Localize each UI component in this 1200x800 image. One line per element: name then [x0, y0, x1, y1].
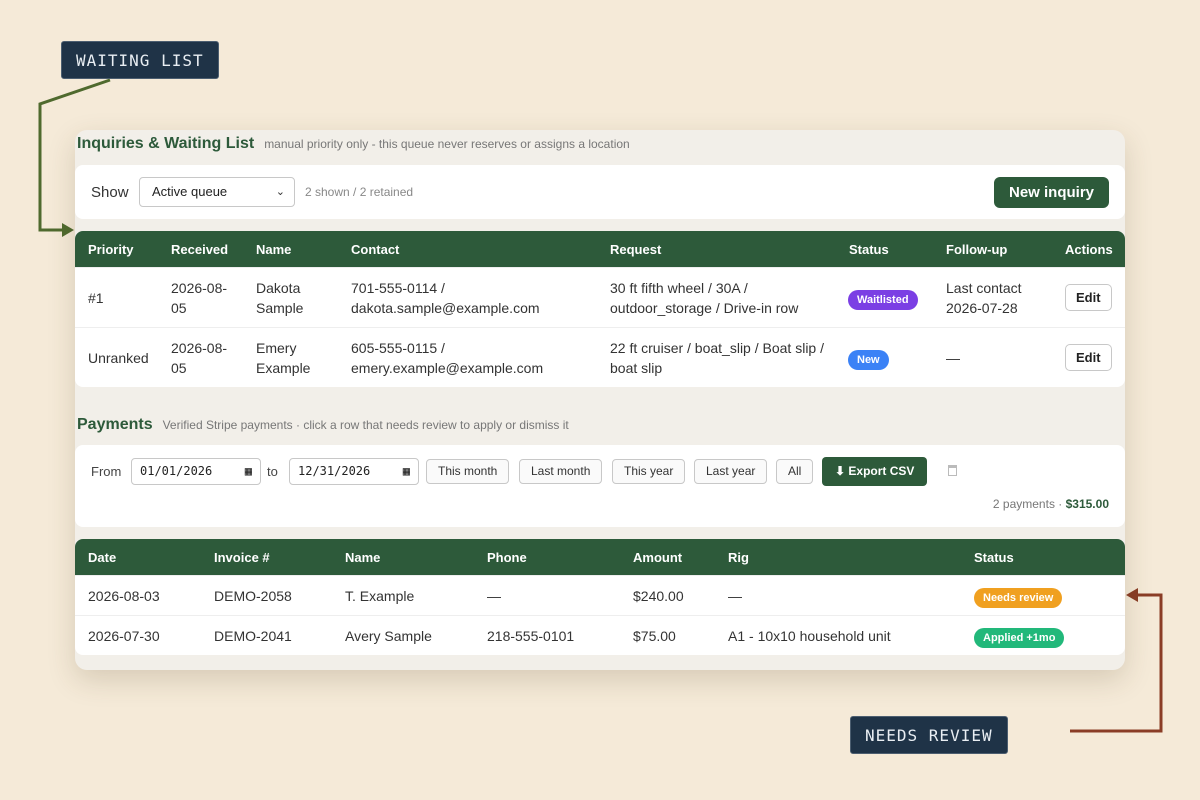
received-cell: 2026-08- 05 — [171, 280, 228, 316]
payments-amount: $315.00 — [1065, 497, 1109, 511]
this-year-button[interactable]: This year — [612, 459, 686, 484]
col-invoice[interactable]: Invoice # — [214, 550, 270, 565]
status-badge-cell: Waitlisted — [848, 288, 918, 310]
payments-table-header: Date Invoice # Name Phone Amount Rig Sta… — [75, 539, 1125, 575]
edit-button[interactable]: Edit — [1065, 284, 1112, 311]
edit-button[interactable]: Edit — [1065, 344, 1112, 371]
admin-card: Inquiries & Waiting List manual priority… — [75, 130, 1125, 670]
last-year-button[interactable]: Last year — [694, 459, 768, 484]
last-month-button[interactable]: Last month — [519, 459, 603, 484]
status-badge-cell: New — [848, 348, 889, 370]
inquiries-table: Priority Received Name Contact Request S… — [75, 231, 1125, 387]
name-cell: Avery Sample — [345, 628, 432, 644]
status-badge: Waitlisted — [848, 290, 918, 310]
date-cell: 2026-08-03 — [88, 588, 160, 604]
col-amount[interactable]: Amount — [633, 550, 682, 565]
inquiry-counts: 2 shown / 2 retained — [305, 185, 414, 199]
waiting-list-callout: WAITING LIST — [61, 41, 219, 79]
inquiries-table-header: Priority Received Name Contact Request S… — [75, 231, 1125, 267]
amount-cell: $240.00 — [633, 588, 684, 604]
contact-cell: 605-555-0115 /emery.example@example.com — [351, 340, 544, 376]
payments-total: 2 payments · $315.00 — [993, 497, 1109, 511]
priority-cell: Unranked — [88, 350, 149, 366]
from-date-value: 01/01/2026 — [140, 464, 213, 478]
name-cell: T. Example — [345, 588, 415, 604]
table-row[interactable]: #1 2026-08- 05 Dakota Sample 701-555-0114 … — [75, 267, 1125, 327]
col-rig[interactable]: Rig — [728, 550, 749, 565]
rig-cell: — — [728, 588, 742, 604]
trash-icon[interactable] — [948, 465, 957, 476]
status-badge: Applied +1mo — [974, 628, 1065, 648]
status-badge: New — [848, 350, 889, 370]
payments-title: Payments — [77, 416, 153, 433]
rig-cell: A1 - 10x10 household unit — [728, 628, 891, 644]
calendar-icon[interactable]: ▦ — [245, 459, 252, 484]
table-row[interactable]: 2026-08-03 DEMO-2058 T. Example — $240.0… — [75, 575, 1125, 615]
col-name[interactable]: Name — [256, 242, 291, 257]
new-inquiry-button[interactable]: New inquiry — [993, 177, 1109, 208]
date-cell: 2026-07-30 — [88, 628, 160, 644]
inquiries-toolbar: Show Active queue ⌄ 2 shown / 2 retained… — [75, 165, 1125, 219]
this-month-button[interactable]: This month — [426, 459, 510, 484]
request-cell: 30 ft fifth wheel / 30A / outdoor_storage… — [610, 280, 799, 316]
phone-cell: 218-555-0101 — [487, 628, 575, 644]
col-contact[interactable]: Contact — [351, 242, 399, 257]
col-phone[interactable]: Phone — [487, 550, 527, 565]
name-cell: Dakota Sample — [256, 280, 304, 316]
contact-cell: 701-555-0114 /dakota.sample@example.com — [351, 280, 540, 316]
col-status[interactable]: Status — [974, 550, 1014, 565]
to-date-value: 12/31/2026 — [298, 464, 371, 478]
to-date-input[interactable]: 12/31/2026 ▦ — [289, 458, 419, 485]
col-name[interactable]: Name — [345, 550, 380, 565]
invoice-cell: DEMO-2058 — [214, 588, 292, 604]
from-date-input[interactable]: 01/01/2026 ▦ — [131, 458, 261, 485]
col-priority[interactable]: Priority — [88, 242, 134, 257]
status-badge-cell: Applied +1mo — [974, 626, 1065, 648]
phone-cell: — — [487, 588, 501, 604]
status-badge-cell: Needs review — [974, 586, 1063, 608]
status-badge: Needs review — [974, 588, 1063, 608]
needs-review-callout: NEEDS REVIEW — [850, 716, 1008, 754]
amount-cell: $75.00 — [633, 628, 676, 644]
inquiries-title: Inquiries & Waiting List — [77, 135, 255, 152]
queue-filter-select[interactable]: Active queue ⌄ — [139, 177, 295, 207]
payments-table: Date Invoice # Name Phone Amount Rig Sta… — [75, 539, 1125, 655]
table-row[interactable]: 2026-07-30 DEMO-2041 Avery Sample 218-55… — [75, 615, 1125, 655]
follow-up-cell: Last contact 2026-07-28 — [946, 280, 1022, 316]
col-date[interactable]: Date — [88, 550, 116, 565]
calendar-icon[interactable]: ▦ — [403, 459, 410, 484]
from-label: From — [91, 464, 122, 479]
export-csv-button[interactable]: ⬇ Export CSV — [822, 457, 928, 486]
payments-count: 2 payments · — [992, 497, 1066, 511]
needs-review-arrowhead — [1126, 588, 1138, 602]
request-cell: 22 ft cruiser / boat_slip / Boat slip / b… — [610, 340, 824, 376]
inquiries-subtitle: manual priority only - this queue never … — [264, 137, 630, 151]
payments-toolbar: From 01/01/2026 ▦ to 12/31/2026 ▦ This m… — [75, 445, 1125, 527]
chevron-down-icon: ⌄ — [275, 186, 285, 198]
inquiries-header: Inquiries & Waiting List manual priority… — [77, 135, 630, 153]
col-request[interactable]: Request — [610, 242, 661, 257]
received-cell: 2026-08- 05 — [171, 340, 228, 376]
invoice-cell: DEMO-2041 — [214, 628, 292, 644]
to-label: to — [267, 464, 278, 479]
follow-up-cell: — — [946, 350, 960, 366]
name-cell: Emery Example — [256, 340, 311, 376]
priority-cell: #1 — [88, 290, 104, 306]
all-button[interactable]: All — [776, 459, 814, 484]
waiting-list-arrowhead — [62, 223, 74, 237]
col-follow-up[interactable]: Follow-up — [946, 242, 1007, 257]
col-received[interactable]: Received — [171, 242, 228, 257]
payments-header: Payments Verified Stripe payments · clic… — [77, 416, 569, 434]
payments-subtitle: Verified Stripe payments · click a row t… — [162, 418, 569, 432]
show-label: Show — [91, 184, 129, 201]
col-actions: Actions — [1065, 242, 1113, 257]
col-status[interactable]: Status — [849, 242, 889, 257]
table-row[interactable]: Unranked 2026-08- 05 Emery Example 605-555… — [75, 327, 1125, 387]
queue-filter-value: Active queue — [152, 184, 228, 199]
